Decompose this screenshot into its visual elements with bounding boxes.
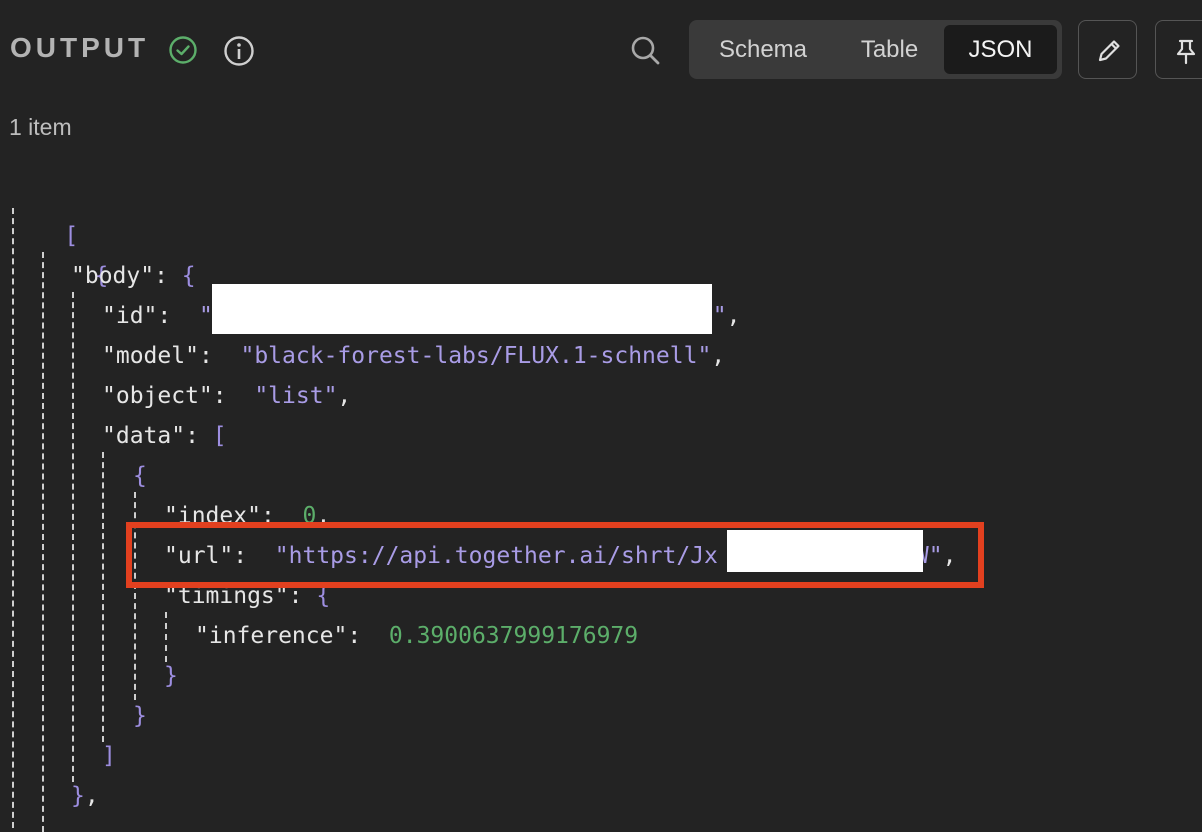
json-key: "data" — [102, 423, 186, 449]
json-line: "data": [ — [102, 423, 227, 449]
json-line: ] — [102, 743, 116, 769]
url-highlight-box — [126, 522, 984, 588]
json-key: "body" — [71, 263, 155, 289]
json-key: "inference" — [195, 623, 348, 649]
tab-schema[interactable]: Schema — [699, 25, 827, 74]
json-line: { — [133, 463, 147, 489]
indent-guide — [72, 292, 74, 782]
pin-icon — [1176, 39, 1196, 65]
indent-guide — [165, 612, 167, 662]
json-line: "inference": 0.3900637999176979 — [195, 623, 639, 649]
indent-guide — [102, 452, 104, 742]
info-icon[interactable] — [223, 35, 255, 67]
item-count: 1 item — [9, 114, 72, 140]
json-line: "model": "black-forest-labs/FLUX.1-schne… — [102, 343, 726, 369]
success-check-icon — [169, 36, 197, 64]
indent-guide — [12, 208, 14, 828]
json-key: "model" — [102, 343, 199, 369]
json-line: "body": { — [71, 263, 196, 289]
redacted-value — [212, 284, 712, 334]
json-line: }, — [71, 783, 99, 809]
json-line: "object": "list", — [102, 383, 352, 409]
edit-button[interactable] — [1078, 20, 1137, 79]
json-string: "black-forest-labs/FLUX.1-schnell" — [240, 343, 712, 369]
json-line: [ — [64, 223, 79, 249]
pencil-icon — [1098, 40, 1120, 62]
json-viewer: [ { "body": { "id": " ", "model": "black-… — [0, 176, 1202, 832]
output-header: OUTPUT Schema Table JSON — [0, 0, 1202, 100]
view-mode-switcher: Schema Table JSON — [689, 20, 1062, 79]
json-key: "object" — [102, 383, 213, 409]
json-line: { — [94, 263, 109, 289]
pin-button[interactable] — [1155, 20, 1202, 79]
tab-table[interactable]: Table — [837, 25, 942, 74]
json-key: "id" — [102, 303, 158, 329]
json-line: } — [164, 663, 178, 689]
json-line: } — [133, 703, 147, 729]
search-icon[interactable] — [629, 34, 661, 66]
tab-json[interactable]: JSON — [944, 25, 1057, 74]
indent-guide — [42, 252, 44, 832]
json-number: 0.3900637999176979 — [388, 623, 639, 649]
json-string: "list" — [254, 383, 338, 409]
panel-title: OUTPUT — [10, 32, 150, 63]
